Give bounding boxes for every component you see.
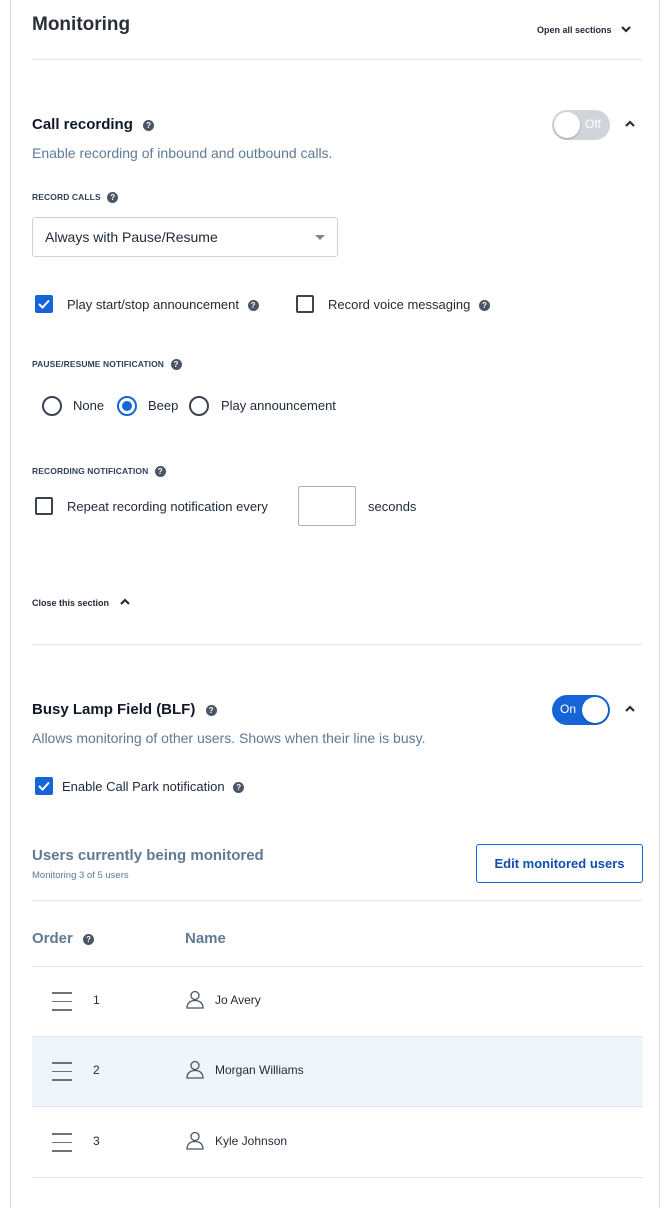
chevron-up-icon xyxy=(120,598,131,605)
row-user-name: Jo Avery xyxy=(215,993,261,1007)
open-all-sections-button[interactable]: Open all sections xyxy=(537,20,632,38)
help-icon[interactable]: ? xyxy=(143,119,155,131)
user-icon xyxy=(186,990,204,1009)
pause-resume-label-text: PAUSE/RESUME NOTIFICATION xyxy=(32,359,165,369)
recording-notification-label: RECORDING NOTIFICATION ? xyxy=(32,466,166,478)
table-row[interactable]: 2 Morgan Williams xyxy=(32,1037,643,1107)
drag-handle-icon[interactable] xyxy=(52,992,72,1012)
help-icon[interactable]: ? xyxy=(154,466,166,478)
record-voice-row: Record voice messaging ? xyxy=(328,297,490,312)
checkmark-icon xyxy=(38,299,50,309)
table-top-divider xyxy=(32,900,643,901)
help-icon[interactable]: ? xyxy=(233,782,245,794)
help-icon[interactable]: ? xyxy=(107,192,119,204)
repeat-notification-checkbox[interactable] xyxy=(35,497,53,515)
help-icon[interactable]: ? xyxy=(247,300,259,312)
call-recording-heading: Call recording ? xyxy=(32,116,155,133)
play-announcement-checkbox[interactable] xyxy=(35,295,53,313)
record-calls-label-text: RECORD CALLS xyxy=(32,192,101,202)
open-all-sections-label: Open all sections xyxy=(537,25,612,35)
record-calls-select[interactable]: Always with Pause/Resume xyxy=(32,217,338,257)
radio-none[interactable] xyxy=(42,396,62,416)
help-icon[interactable]: ? xyxy=(205,704,217,716)
row-order: 2 xyxy=(93,1063,100,1077)
row-order: 3 xyxy=(93,1134,100,1148)
chevron-down-icon xyxy=(621,25,631,33)
column-order-header: Order ? xyxy=(32,930,95,947)
toggle-knob xyxy=(582,697,608,723)
call-recording-description: Enable recording of inbound and outbound… xyxy=(32,145,333,161)
toggle-state-label: On xyxy=(560,702,577,716)
recording-notification-label-text: RECORDING NOTIFICATION xyxy=(32,466,149,476)
play-announcement-row: Play start/stop announcement ? xyxy=(67,297,259,312)
row-order: 1 xyxy=(93,993,100,1007)
edit-monitored-users-button[interactable]: Edit monitored users xyxy=(476,844,643,883)
users-monitored-title: Users currently being monitored xyxy=(32,847,264,864)
help-icon[interactable]: ? xyxy=(83,933,95,945)
record-voice-label: Record voice messaging xyxy=(328,297,471,312)
drag-handle-icon[interactable] xyxy=(52,1133,72,1153)
record-voice-checkbox[interactable] xyxy=(296,295,314,313)
close-section-label: Close this section xyxy=(32,598,110,608)
toggle-state-label: Off xyxy=(585,117,601,131)
user-icon xyxy=(186,1060,204,1079)
row-user-name: Morgan Williams xyxy=(215,1063,304,1077)
record-calls-value: Always with Pause/Resume xyxy=(45,229,218,245)
section-divider xyxy=(32,644,643,645)
call-park-label: Enable Call Park notification xyxy=(62,779,225,794)
blf-title: Busy Lamp Field (BLF) xyxy=(32,701,196,718)
repeat-seconds-input[interactable] xyxy=(298,486,356,526)
close-section-button[interactable]: Close this section xyxy=(32,593,131,611)
column-order-label: Order xyxy=(32,930,73,947)
row-user-name: Kyle Johnson xyxy=(215,1134,288,1148)
call-recording-title: Call recording xyxy=(32,116,133,133)
radio-play-announcement[interactable] xyxy=(189,396,209,416)
table-row[interactable]: 3 Kyle Johnson xyxy=(32,1108,643,1178)
call-recording-toggle[interactable]: Off xyxy=(552,110,610,140)
blf-description: Allows monitoring of other users. Shows … xyxy=(32,730,426,746)
radio-beep[interactable] xyxy=(117,396,137,416)
user-icon xyxy=(186,1131,204,1150)
call-park-row: Enable Call Park notification ? xyxy=(62,779,245,794)
checkmark-icon xyxy=(38,781,50,791)
help-icon[interactable]: ? xyxy=(170,359,182,371)
radio-play-announcement-label: Play announcement xyxy=(221,398,336,413)
toggle-knob xyxy=(554,112,580,138)
chevron-up-icon[interactable] xyxy=(624,119,636,129)
column-name-header: Name xyxy=(185,930,226,947)
header-divider xyxy=(32,59,643,60)
record-calls-label: RECORD CALLS ? xyxy=(32,192,119,204)
chevron-up-icon[interactable] xyxy=(624,704,636,714)
seconds-label: seconds xyxy=(368,499,417,514)
radio-none-label: None xyxy=(73,398,105,413)
table-row[interactable]: 1 Jo Avery xyxy=(32,967,643,1037)
radio-beep-label: Beep xyxy=(148,398,179,413)
pause-resume-label: PAUSE/RESUME NOTIFICATION ? xyxy=(32,359,182,371)
drag-handle-icon[interactable] xyxy=(52,1062,72,1082)
blf-heading: Busy Lamp Field (BLF) ? xyxy=(32,701,217,718)
dropdown-arrow-icon xyxy=(315,235,325,240)
users-monitored-count: Monitoring 3 of 5 users xyxy=(32,870,129,881)
call-park-checkbox[interactable] xyxy=(35,777,53,795)
blf-toggle[interactable]: On xyxy=(552,695,610,725)
play-announcement-label: Play start/stop announcement xyxy=(67,297,239,312)
repeat-notification-label: Repeat recording notification every xyxy=(67,499,268,514)
page-title: Monitoring xyxy=(32,14,131,35)
help-icon[interactable]: ? xyxy=(478,300,490,312)
